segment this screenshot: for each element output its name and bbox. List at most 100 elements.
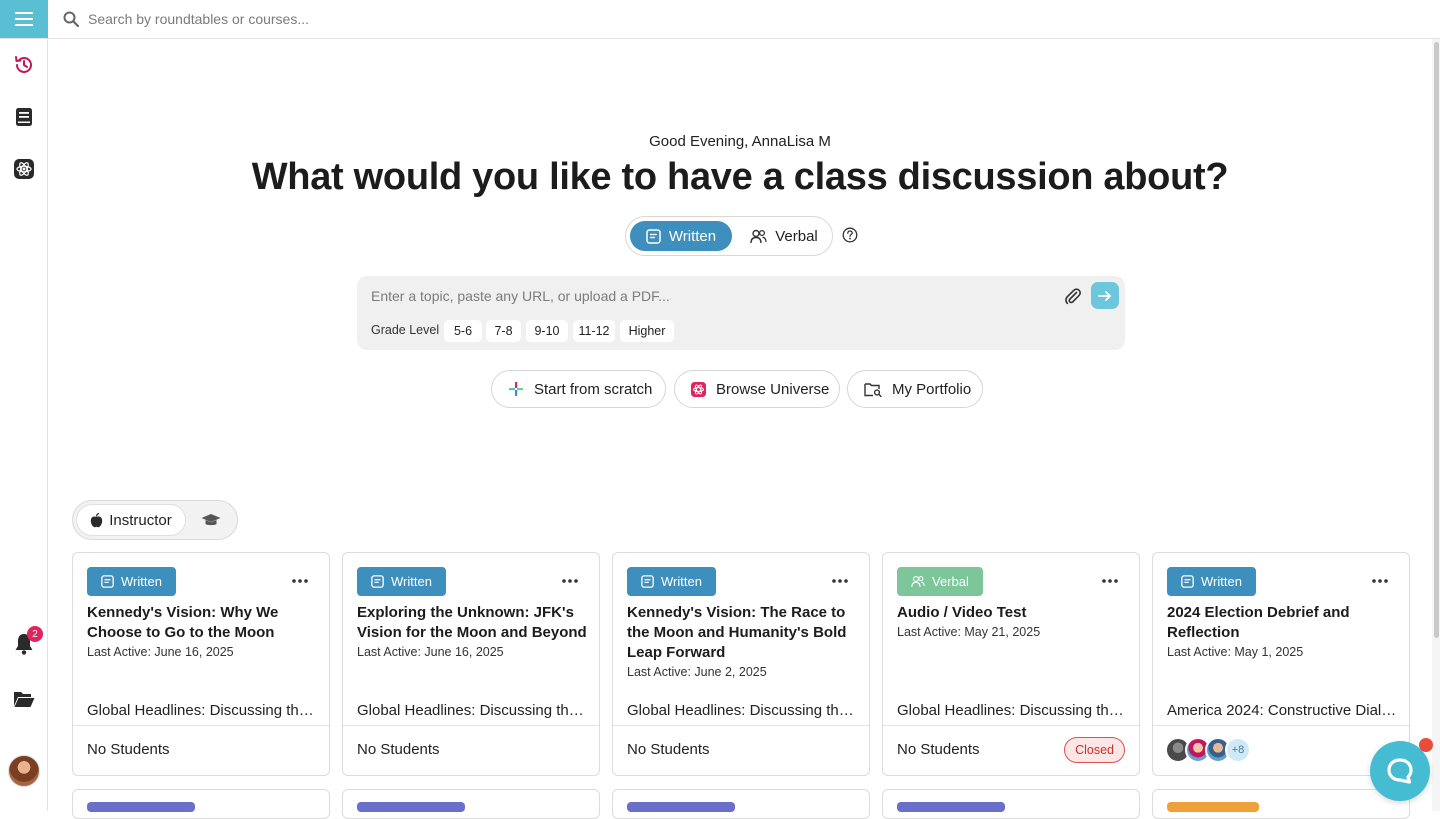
document-icon [371,575,384,588]
document-icon [646,228,661,244]
card-divider [73,725,329,726]
roundtable-card[interactable]: Written Kennedy's Vision: Why We Choose … [72,552,330,776]
roundtable-card[interactable]: Written Kennedy's Vision: The Race to th… [612,552,870,776]
card-title: Exploring the Unknown: JFK's Vision for … [357,604,587,641]
more-options-icon[interactable] [291,573,309,589]
type-badge-written: Written [357,567,446,596]
role-instructor-label: Instructor [109,511,172,529]
type-badge-written: Written [627,567,716,596]
type-badge-written: Written [87,567,176,596]
document-icon [101,575,114,588]
sidebar-item-history[interactable] [12,53,36,77]
submit-button[interactable] [1091,282,1119,309]
course-name: Global Headlines: Discussing the ... [357,702,589,719]
course-name: Global Headlines: Discussing the ... [87,702,319,719]
card-divider [343,725,599,726]
mode-verbal-button[interactable]: Verbal [740,221,828,251]
search-input[interactable] [88,6,688,32]
history-icon [15,56,32,73]
mode-verbal-label: Verbal [775,227,818,245]
sidebar: 2 [0,39,48,811]
scrollbar-thumb[interactable] [1434,42,1439,638]
chat-bubble-icon [1387,758,1413,784]
grade-chip-9-10[interactable]: 9-10 [526,320,568,342]
plus-icon [509,382,523,396]
mode-written-label: Written [668,227,717,245]
roundtable-card[interactable]: Written 2024 Election Debrief and Reflec… [1152,552,1410,776]
status-badge-closed: Closed [1064,737,1125,763]
type-badge-label: Written [121,574,162,589]
browse-universe-label: Browse Universe [716,380,830,398]
type-badge-label: Verbal [932,574,969,589]
roundtable-card-peek[interactable] [72,789,330,819]
more-options-icon[interactable] [831,573,849,589]
sidebar-item-library[interactable] [12,105,36,129]
role-student-button[interactable] [196,508,226,532]
roundtable-card[interactable]: Verbal Audio / Video Test Last Active: M… [882,552,1140,776]
grade-chip-higher[interactable]: Higher [620,320,674,342]
students-status: No Students [897,741,980,758]
type-badge-label: Written [391,574,432,589]
start-from-scratch-label: Start from scratch [534,380,653,398]
greeting: Good Evening, AnnaLisa M [649,133,831,150]
menu-button[interactable] [0,0,48,38]
hamburger-icon [15,12,33,26]
topic-input[interactable] [371,284,1051,308]
apple-icon [91,512,103,527]
sidebar-item-folders[interactable] [12,687,36,711]
user-avatar[interactable] [8,755,40,787]
help-icon[interactable] [842,227,858,243]
role-instructor-button[interactable]: Instructor [76,504,186,536]
paperclip-icon[interactable] [1064,287,1082,305]
type-badge-verbal: Verbal [897,567,983,596]
grade-chip-11-12[interactable]: 11-12 [573,320,615,342]
course-name: Global Headlines: Discussing the ... [627,702,859,719]
arrow-right-icon [1098,290,1111,301]
people-icon [750,229,767,243]
card-divider [1153,725,1409,726]
roundtable-card-peek[interactable] [882,789,1140,819]
card-divider [613,725,869,726]
students-status: No Students [627,741,710,758]
graduation-cap-icon [201,514,221,526]
card-divider [883,725,1139,726]
students-status: No Students [357,741,440,758]
last-active-date: Last Active: May 21, 2025 [897,625,1041,639]
more-students-count: +8 [1225,737,1251,763]
browse-universe-button[interactable]: Browse Universe [674,370,840,408]
grade-level-label: Grade Level [371,323,440,337]
card-title: Kennedy's Vision: The Race to the Moon a… [627,604,847,661]
more-options-icon[interactable] [1101,573,1119,589]
type-badge-written: Written [1167,567,1256,596]
last-active-date: Last Active: June 2, 2025 [627,665,767,679]
roundtable-card-peek[interactable] [342,789,600,819]
document-icon [1181,575,1194,588]
search-icon [63,11,79,27]
roundtable-card[interactable]: Written Exploring the Unknown: JFK's Vis… [342,552,600,776]
students-status: No Students [87,741,170,758]
card-title: 2024 Election Debrief and Reflection [1167,604,1350,641]
document-icon [641,575,654,588]
notification-count-badge: 2 [27,626,43,642]
last-active-date: Last Active: June 16, 2025 [87,645,234,659]
mode-written-button[interactable]: Written [630,221,732,251]
grade-chip-7-8[interactable]: 7-8 [486,320,521,342]
my-portfolio-button[interactable]: My Portfolio [847,370,983,408]
roundtable-card-peek[interactable] [612,789,870,819]
grade-chip-5-6[interactable]: 5-6 [444,320,482,342]
my-portfolio-label: My Portfolio [892,380,972,398]
student-avatar-stack: +8 [1165,737,1251,763]
type-badge-label: Written [661,574,702,589]
course-name: America 2024: Constructive Dialo... [1167,702,1399,719]
more-options-icon[interactable] [1371,573,1389,589]
roundtable-card-peek[interactable] [1152,789,1410,819]
chat-unread-dot [1419,738,1433,752]
universe-icon [691,381,706,397]
people-icon [911,575,925,587]
folder-open-icon [14,692,35,707]
start-from-scratch-button[interactable]: Start from scratch [491,370,666,408]
type-badge-label: Written [1201,574,1242,589]
book-icon [16,108,32,126]
more-options-icon[interactable] [561,573,579,589]
page-title: What would you like to have a class disc… [251,156,1229,198]
